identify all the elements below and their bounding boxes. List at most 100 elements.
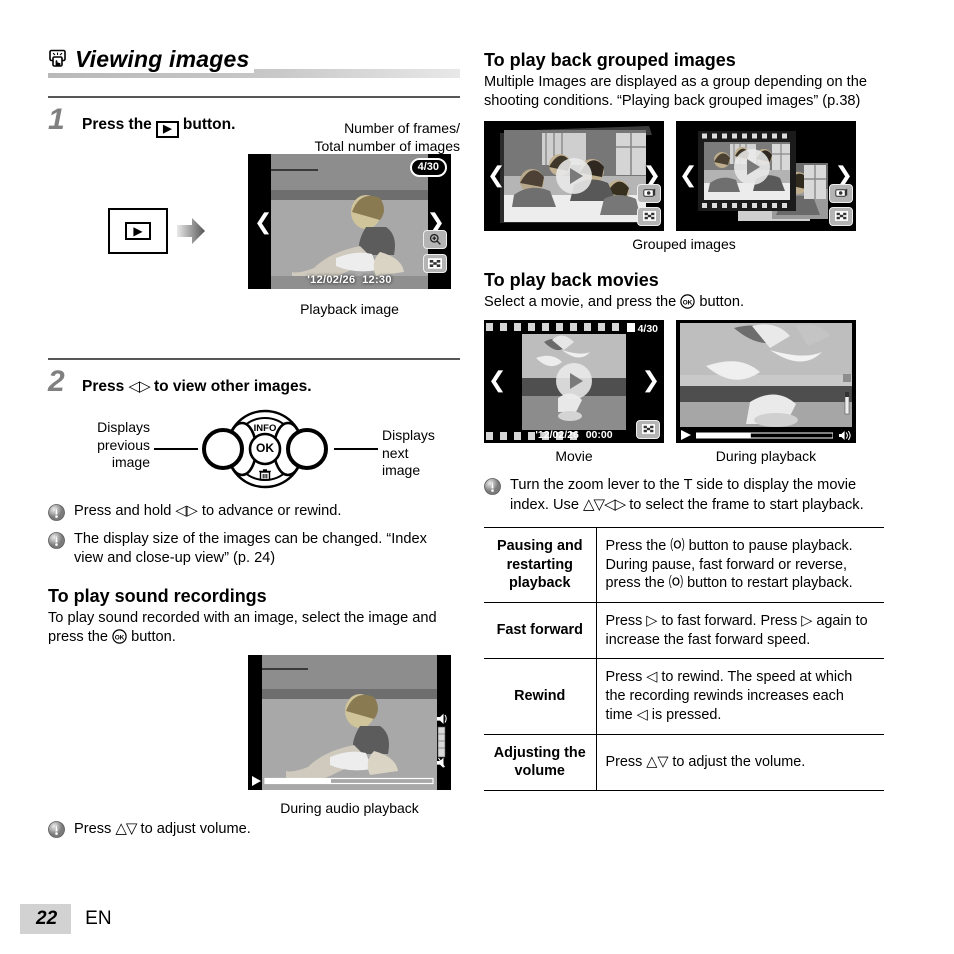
- step-1-number: 1: [48, 103, 65, 136]
- language-code: EN: [85, 908, 112, 929]
- dpad-left-line2: previous: [97, 436, 150, 453]
- index-view-icon[interactable]: [636, 419, 660, 439]
- dpad-right-label: Displays next image: [382, 427, 460, 480]
- sound-body-after: button.: [131, 628, 176, 645]
- progress-bar[interactable]: [696, 432, 833, 439]
- caution-icon: [48, 532, 65, 549]
- movie-captions: Movie During playback: [484, 443, 884, 464]
- movies-body-after: button.: [699, 293, 745, 310]
- movie-frame-counter-text: 4/30: [637, 322, 658, 335]
- dpad-left-label: Displays previous image: [68, 419, 150, 472]
- ok-button-icon: OK: [112, 629, 127, 644]
- note-volume-text: Press △▽ to adjust volume.: [74, 819, 251, 839]
- date-time-overlay: '12/02/26 12:30: [248, 274, 451, 286]
- step-2-text-before: Press: [82, 378, 125, 395]
- playback-screen-icon: [49, 49, 66, 67]
- table-row: Fast forward Press ▷ to fast forward. Pr…: [484, 602, 884, 660]
- movie-operations-table: Pausing and restarting playback Press th…: [484, 526, 884, 792]
- dpad-right-line2: image: [382, 462, 421, 478]
- volume-level-indicator: [437, 713, 447, 768]
- next-chevron-icon[interactable]: ❯: [642, 369, 660, 392]
- movies-heading: To play back movies: [484, 269, 659, 290]
- playback-screen: ❮ ❯ 4/30 '12/02/26 12:30: [248, 154, 451, 289]
- step-2-number: 2: [48, 365, 65, 398]
- playback-control-bar[interactable]: [676, 427, 856, 443]
- row-desc: Press the ⒪ button to pause playback. Du…: [596, 526, 884, 604]
- prev-chevron-icon[interactable]: ❮: [254, 212, 272, 234]
- volume-icon[interactable]: [838, 430, 851, 441]
- movie-frame-counter: 4/30: [626, 322, 658, 335]
- prev-chevron-icon[interactable]: ❮: [488, 369, 506, 392]
- row-label: Adjusting the volume: [484, 734, 597, 792]
- movie-select-screen: ❮ ❯ 4/30 '12/02/26 00:00: [484, 319, 664, 443]
- prev-chevron-icon[interactable]: ❮: [487, 164, 505, 187]
- note-zoom-lever: Turn the zoom lever to the T side to dis…: [484, 476, 884, 515]
- svg-text:OK: OK: [683, 299, 693, 306]
- audio-progress-bar[interactable]: [252, 775, 442, 787]
- playback-button-box: ▶: [108, 208, 168, 254]
- sound-heading: To play sound recordings: [48, 585, 267, 606]
- sound-body: To play sound recorded with an image, se…: [48, 609, 460, 647]
- section-title: Viewing images: [75, 46, 250, 72]
- movie-screens: ❮ ❯ 4/30 '12/02/26 00:00: [484, 319, 884, 443]
- page-number: 22: [20, 904, 72, 934]
- play-overlay-icon[interactable]: [733, 149, 770, 186]
- note-1-text: Press and hold ◁▷ to advance or rewind.: [74, 503, 342, 519]
- play-overlay-icon[interactable]: [556, 363, 592, 400]
- step1-diagram: Number of frames/ Total number of images…: [48, 120, 460, 336]
- prev-chevron-icon[interactable]: ❮: [679, 164, 697, 187]
- callout-line-2: Total number of images: [314, 137, 460, 154]
- frame-counter-callout: Number of frames/ Total number of images: [314, 120, 460, 187]
- caution-icon: [48, 820, 65, 838]
- up-down-glyph: △▽: [115, 818, 137, 837]
- arrow-right-icon: [177, 218, 205, 244]
- audio-playback-screen: [248, 654, 451, 790]
- svg-text:OK: OK: [256, 441, 274, 455]
- section-title-wrap: Viewing images: [48, 46, 254, 73]
- dpad-left-leader: [154, 448, 198, 450]
- svg-text:INFO: INFO: [254, 423, 277, 434]
- grouped-screens: ❮ ❯ ❮ ❯: [484, 120, 884, 231]
- page-footer: 22 EN: [20, 904, 112, 934]
- row-label: Pausing and restarting playback: [484, 526, 597, 604]
- step-1-text-after: button.: [182, 116, 236, 133]
- zoom-note-after: to select the frame to start playback.: [629, 496, 864, 513]
- manual-page: Viewing images 1 Press the ▶ button. Num…: [0, 0, 954, 954]
- note-volume-before: Press: [74, 820, 112, 837]
- step-2-text-after: to view other images.: [153, 378, 312, 395]
- movies-body: Select a movie, and press the OK button.: [484, 293, 884, 312]
- playback-button-glyph: ▶: [156, 121, 179, 138]
- movies-body-before: Select a movie, and press the: [484, 293, 677, 310]
- play-icon[interactable]: [681, 430, 691, 441]
- movie-caption: Movie: [555, 447, 593, 464]
- overlay-date: '12/02/26: [307, 274, 356, 286]
- magnify-icon[interactable]: [423, 230, 447, 249]
- grouped-movie-screen: ❮ ❯: [676, 120, 856, 231]
- index-view-icon[interactable]: [829, 206, 853, 226]
- caution-icon: [48, 504, 65, 521]
- audio-playback-caption: During audio playback: [280, 799, 419, 816]
- note-volume-after: to adjust volume.: [140, 820, 251, 837]
- row-desc: Press ◁ to rewind. The speed at which th…: [596, 658, 884, 735]
- step-2-text: Press ◁▷ to view other images.: [82, 377, 312, 396]
- dpad-control[interactable]: OK INFO: [196, 407, 334, 491]
- playback-button-icon: ▶: [125, 222, 151, 240]
- audio-photo: [248, 654, 451, 790]
- ok-button-icon: OK: [680, 294, 696, 309]
- index-view-icon[interactable]: [423, 254, 447, 273]
- step-1-text-before: Press the: [82, 116, 152, 133]
- index-view-icon[interactable]: [637, 206, 661, 226]
- group-playback-icon[interactable]: [637, 183, 661, 203]
- frame-counter-badge: 4/30: [409, 158, 447, 177]
- dpad-right-line1: Displays next: [382, 427, 435, 461]
- step-2: 2 Press ◁▷ to view other images.: [48, 360, 460, 397]
- dpad-diagram: Displays previous image OK INFO Displays…: [48, 407, 460, 493]
- left-column: Viewing images 1 Press the ▶ button. Num…: [48, 46, 460, 839]
- sound-body-before: To play sound recorded with an image, se…: [48, 609, 437, 645]
- play-overlay-icon[interactable]: [556, 157, 592, 194]
- table-row: Adjusting the volume Press △▽ to adjust …: [484, 734, 884, 792]
- note-zoom-lever-text: Turn the zoom lever to the T side to dis…: [510, 476, 884, 515]
- group-playback-icon[interactable]: [829, 183, 853, 203]
- left-right-glyph: ◁▷: [128, 377, 151, 395]
- during-playback-photo: [676, 319, 856, 443]
